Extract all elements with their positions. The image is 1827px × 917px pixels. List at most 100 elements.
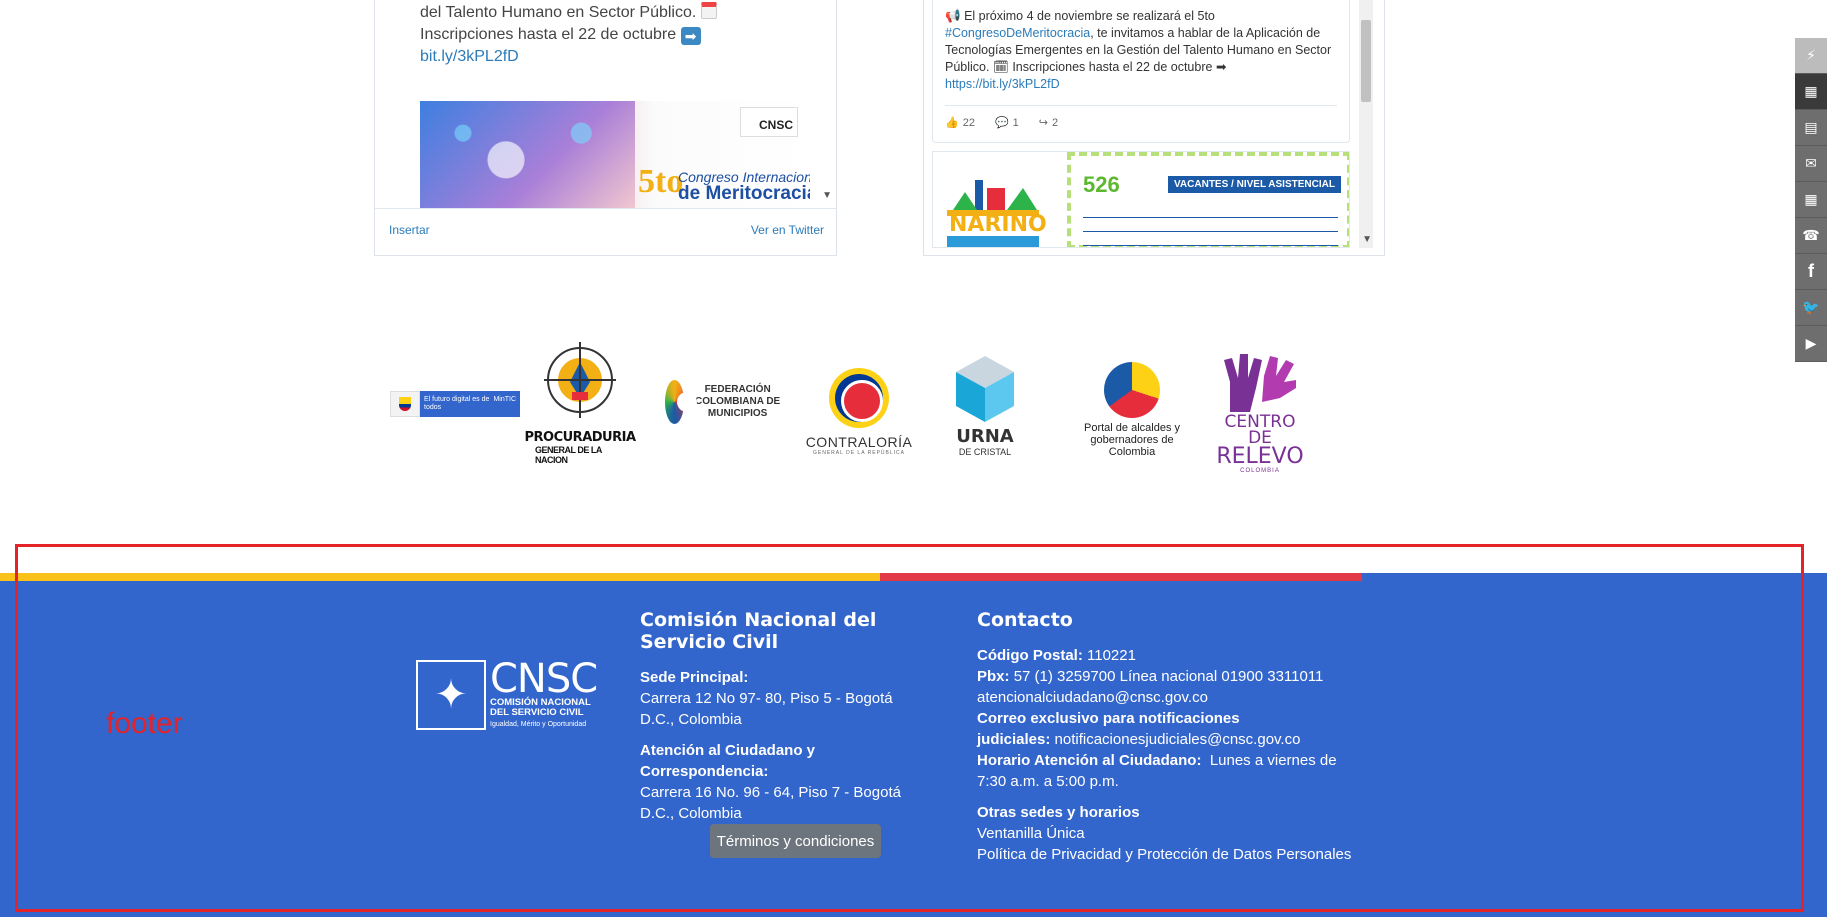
fcm-logo[interactable]: FEDERACIÓN COLOMBIANA DE MUNICIPIOS bbox=[665, 380, 785, 424]
tweet-link[interactable]: bit.ly/3kPL2fD bbox=[420, 48, 519, 65]
megaphone-emoji-icon: 📢 bbox=[945, 9, 961, 23]
procuraduria-seal-icon bbox=[544, 342, 616, 418]
colombia-shield-icon bbox=[390, 391, 420, 417]
cnsc-mark-icon: ✦ bbox=[416, 660, 486, 730]
procuraduria-logo[interactable]: PROCURADURIA GENERAL DE LA NACION bbox=[525, 340, 636, 465]
urna-de-cristal-logo[interactable]: URNA DE CRISTAL bbox=[950, 354, 1020, 457]
postal-label: Código Postal: bbox=[977, 647, 1083, 664]
cnsc-tagline: Igualdad, Mérito y Oportunidad bbox=[490, 721, 587, 728]
footer-column-cnsc: Comisión Nacional del Servicio Civil Sed… bbox=[640, 609, 930, 834]
retweet-button[interactable]: ↪ 2 bbox=[1038, 116, 1058, 130]
narino-band bbox=[947, 236, 1039, 247]
thumbs-up-icon: 👍 bbox=[945, 117, 959, 129]
calendar-emoji-icon bbox=[700, 2, 717, 19]
youtube-icon[interactable]: ▶ bbox=[1795, 326, 1827, 362]
cnsc-name-line2: DEL SERVICIO CIVIL bbox=[490, 707, 584, 718]
judicial-label-line2: judiciales: bbox=[977, 731, 1051, 748]
calendar-icon[interactable]: ▦ bbox=[1795, 182, 1827, 218]
tweet-media-image[interactable]: NARIÑO 526 VACANTES / NIVEL ASISTENCIAL bbox=[932, 151, 1350, 248]
mail-icon[interactable]: ✉ bbox=[1795, 146, 1827, 182]
relevo-line2: RELEVO bbox=[1216, 444, 1304, 469]
atencion-ciudadano: Atención al Ciudadano y Correspondencia:… bbox=[640, 740, 930, 824]
cnsc-acronym: CNSC bbox=[490, 656, 598, 702]
footer-stripe-yellow bbox=[0, 573, 880, 581]
pbx-label: Pbx: bbox=[977, 668, 1010, 685]
widget-footer: Insertar Ver en Twitter bbox=[375, 208, 836, 256]
twitter-timeline-right[interactable]: 📢 El próximo 4 de noviembre se realizará… bbox=[923, 0, 1385, 256]
procuraduria-subname: GENERAL DE LA NACION bbox=[535, 445, 602, 465]
citizen-email-link[interactable]: atencionalciudadano@cnsc.gov.co bbox=[977, 689, 1208, 706]
share-arrow-icon: ↪ bbox=[1038, 117, 1048, 129]
postal-code: Código Postal: 110221 bbox=[977, 645, 1357, 666]
relevo-sub: COLOMBIA bbox=[1240, 468, 1280, 474]
terms-and-conditions-button[interactable]: Términos y condiciones bbox=[710, 824, 881, 858]
network-graphic bbox=[420, 101, 635, 208]
contraloria-logo[interactable]: CONTRALORÍA GENERAL DE LA REPÚBLICA bbox=[803, 368, 915, 456]
privacy-policy-link[interactable]: Política de Privacidad y Protección de D… bbox=[977, 846, 1351, 863]
tweet-link[interactable]: https://bit.ly/3kPL2fD bbox=[945, 77, 1060, 91]
arrow-right-emoji-icon: ➡ bbox=[1215, 60, 1227, 74]
portal-alcaldes-logo[interactable]: Portal de alcaldes y gobernadores de Col… bbox=[1077, 362, 1187, 458]
social-sidebar: ⚡ ▦ ▤ ✉ ▦ ☎ f 🐦 ▶ bbox=[1795, 38, 1827, 362]
vacantes-rows bbox=[1083, 204, 1338, 246]
link-icon[interactable]: ⚡ bbox=[1795, 38, 1827, 74]
mintic-brand: MinTIC bbox=[493, 396, 516, 403]
partner-logos: El futuro digital es de todos MinTIC PRO… bbox=[380, 340, 1320, 480]
hashtag-link[interactable]: #CongresoDeMeritocracia bbox=[945, 26, 1090, 40]
chat-icon[interactable]: ▤ bbox=[1795, 110, 1827, 146]
horario-label: Horario Atención al Ciudadano: bbox=[977, 752, 1202, 769]
cnsc-logo[interactable]: ✦ CNSC COMISIÓN NACIONAL DEL SERVICIO CI… bbox=[416, 656, 604, 734]
otras-sedes-heading: Otras sedes y horarios bbox=[977, 804, 1140, 821]
centro-de-relevo-logo[interactable]: CENTRO DE RELEVO COLOMBIA bbox=[1215, 352, 1305, 474]
cube-icon bbox=[956, 356, 1014, 422]
congress-title: 5to Congreso Internacional de Meritocrac… bbox=[638, 163, 810, 204]
procuraduria-name: PROCURADURIA bbox=[524, 430, 637, 445]
vacantes-badge: VACANTES / NIVEL ASISTENCIAL bbox=[1168, 176, 1341, 193]
organizer-badge: CNSC bbox=[740, 107, 798, 137]
phone-icon[interactable]: ☎ bbox=[1795, 218, 1827, 254]
mintic-bar: El futuro digital es de todos MinTIC bbox=[420, 391, 520, 417]
ventanilla-unica-link[interactable]: Ventanilla Única bbox=[977, 825, 1085, 842]
narino-logo-text: NARIÑO bbox=[949, 212, 1047, 237]
table-icon[interactable]: ▦ bbox=[1795, 74, 1827, 110]
portal-name: Portal de alcaldes y gobernadores de Col… bbox=[1084, 422, 1180, 458]
sede-principal: Sede Principal: Carrera 12 No 97- 80, Pi… bbox=[640, 667, 930, 730]
arrow-right-emoji-icon: ➡ bbox=[680, 27, 701, 45]
view-on-twitter-link[interactable]: Ver en Twitter bbox=[751, 223, 824, 237]
scrollbar-thumb[interactable] bbox=[1361, 20, 1371, 102]
tweet-actions: 👍 22 💬 1 ↪ 2 bbox=[945, 116, 1058, 130]
footer-column-contacto: Contacto Código Postal: 110221 Pbx: 57 (… bbox=[977, 609, 1357, 865]
judicial-label-line1: Correo exclusivo para notificaciones bbox=[977, 710, 1240, 727]
widget-scrollbar[interactable] bbox=[1359, 0, 1373, 248]
footer-stripe-red bbox=[880, 573, 1362, 581]
reply-button[interactable]: 💬 1 bbox=[994, 116, 1019, 130]
judicial-email-link[interactable]: notificacionesjudiciales@cnsc.gov.co bbox=[1055, 731, 1301, 748]
cnsc-wordmark: CNSC COMISIÓN NACIONAL DEL SERVICIO CIVI… bbox=[490, 656, 598, 734]
mintic-logo[interactable]: El futuro digital es de todos MinTIC bbox=[390, 391, 520, 417]
tweet-text: del Talento Humano en Sector Público. In… bbox=[420, 2, 810, 68]
contraloria-name: CONTRALORÍA bbox=[805, 434, 913, 450]
judicial-notifications: Correo exclusivo para notificaciones judi… bbox=[977, 708, 1357, 750]
footer-heading-cnsc: Comisión Nacional del Servicio Civil bbox=[640, 609, 877, 653]
contraloria-ring-icon bbox=[829, 368, 889, 428]
vacantes-number: 526 bbox=[1083, 172, 1120, 197]
embed-link[interactable]: Insertar bbox=[389, 223, 430, 237]
atencion-address: Carrera 16 No. 96 - 64, Piso 7 - Bogotá … bbox=[640, 784, 901, 822]
twitter-icon[interactable]: 🐦 bbox=[1795, 290, 1827, 326]
twitter-timeline-left[interactable]: del Talento Humano en Sector Público. In… bbox=[374, 0, 837, 256]
comment-icon: 💬 bbox=[994, 117, 1009, 129]
atencion-label: Atención al Ciudadano y Correspondencia: bbox=[640, 742, 816, 780]
pbx: Pbx: 57 (1) 3259700 Línea nacional 01900… bbox=[977, 666, 1357, 687]
facebook-icon[interactable]: f bbox=[1795, 254, 1827, 290]
relevo-line1: CENTRO DE bbox=[1224, 412, 1296, 448]
sede-label: Sede Principal: bbox=[640, 669, 749, 686]
pbx-value: 57 (1) 3259700 Línea nacional 01900 3311… bbox=[1013, 668, 1324, 685]
scroll-down-arrow-icon[interactable]: ▼ bbox=[822, 190, 832, 201]
like-button[interactable]: 👍 22 bbox=[945, 116, 975, 130]
mintic-slogan: El futuro digital es de todos bbox=[424, 396, 490, 411]
sede-address: Carrera 12 No 97- 80, Piso 5 - Bogotá D.… bbox=[640, 690, 893, 728]
tweet-media-image[interactable]: CNSC 5to Congreso Internacional de Merit… bbox=[420, 101, 810, 208]
calendar-emoji-icon: 🗓 bbox=[992, 60, 1009, 74]
tweet-card[interactable]: 📢 El próximo 4 de noviembre se realizará… bbox=[932, 0, 1350, 143]
scroll-down-arrow-icon[interactable]: ▼ bbox=[1362, 234, 1372, 245]
